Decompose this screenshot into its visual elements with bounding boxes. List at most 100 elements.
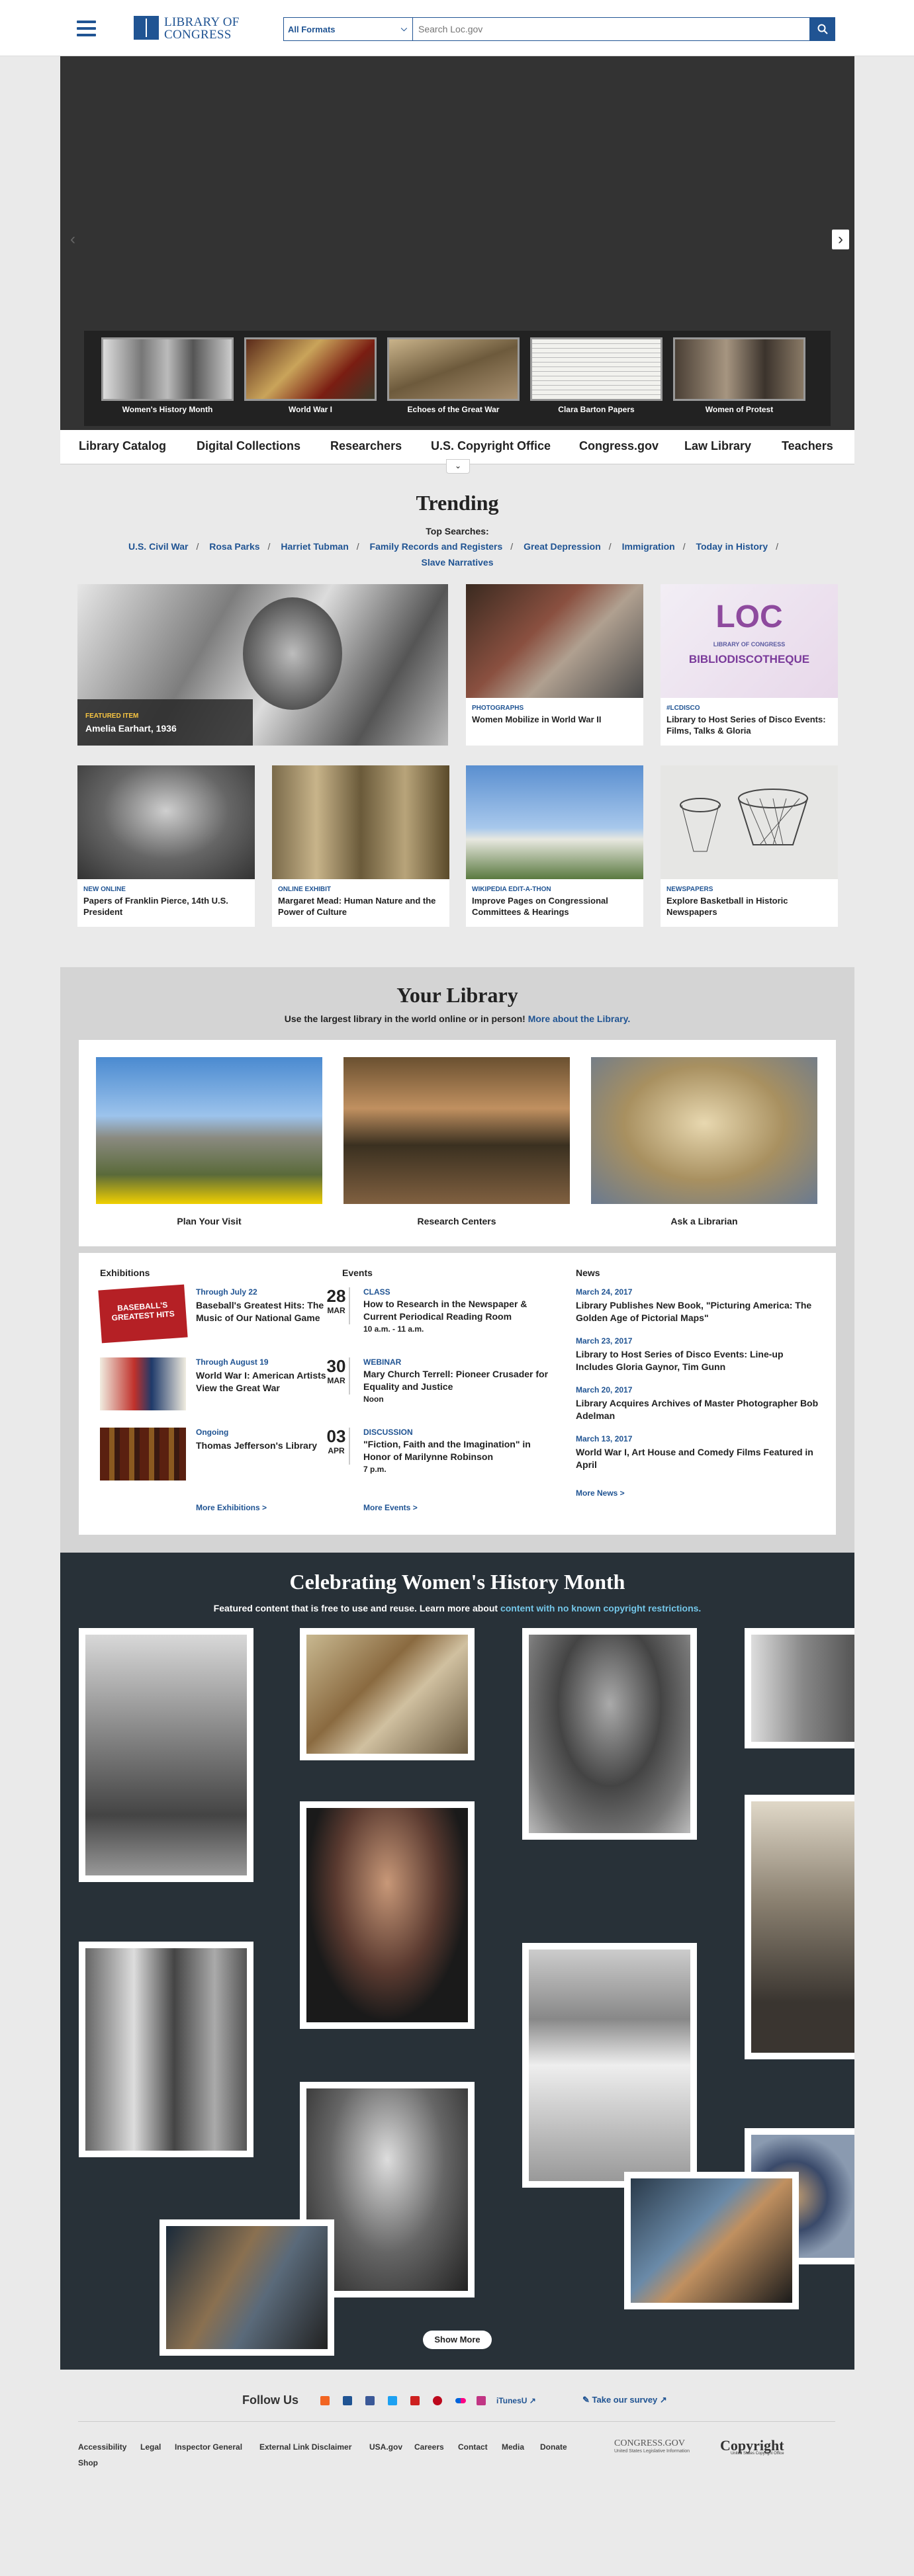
footer-link[interactable]: Legal (140, 2442, 161, 2452)
nav-digital-collections[interactable]: Digital Collections (197, 439, 300, 453)
news-item[interactable]: March 20, 2017 Library Acquires Archives … (576, 1385, 821, 1422)
search-link[interactable]: U.S. Civil War (128, 541, 189, 552)
more-events-link[interactable]: More Events > (363, 1503, 418, 1512)
gallery-photo[interactable] (745, 1628, 854, 1748)
copyright-restrictions-link[interactable]: content with no known copyright restrict… (500, 1603, 701, 1613)
edit-icon: ✎ (582, 2395, 590, 2405)
pinterest-icon[interactable] (433, 2396, 442, 2405)
logo-line2: CONGRESS (164, 28, 232, 42)
gallery-photo[interactable] (624, 2172, 799, 2309)
featured-card[interactable]: FEATURED ITEM Amelia Earhart, 1936 (77, 584, 448, 746)
gallery-photo[interactable] (522, 1628, 697, 1840)
trending-card[interactable]: ONLINE EXHIBIT Margaret Mead: Human Natu… (272, 765, 449, 927)
carousel-thumb[interactable]: Women of Protest (673, 337, 805, 419)
footer-link[interactable]: Media (502, 2442, 524, 2452)
library-card[interactable]: Research Centers (343, 1057, 570, 1226)
carousel-thumb[interactable]: Clara Barton Papers (530, 337, 663, 419)
carousel-prev-icon[interactable]: ‹ (64, 230, 81, 249)
footer-link[interactable]: Shop (78, 2458, 98, 2468)
library-card[interactable]: Plan Your Visit (96, 1057, 322, 1226)
event-date: 28 MAR (324, 1287, 350, 1324)
exhibition-item[interactable]: Ongoing Thomas Jefferson's Library (100, 1428, 338, 1483)
congress-gov-logo[interactable]: CONGRESS.GOV United States Legislative In… (614, 2438, 690, 2454)
trending-card[interactable]: LOC LIBRARY OF CONGRESS BIBLIODISCOTHEQU… (661, 584, 838, 746)
trending-card[interactable]: WIKIPEDIA EDIT-A-THON Improve Pages on C… (466, 765, 643, 927)
event-item[interactable]: 28 MAR CLASS How to Research in the Newsp… (324, 1287, 549, 1347)
search-button[interactable] (810, 17, 835, 41)
event-day: 03 (326, 1426, 346, 1446)
news-item[interactable]: March 23, 2017 Library to Host Series of … (576, 1336, 821, 1373)
format-select[interactable]: All Formats ⌵ (283, 17, 413, 41)
event-item[interactable]: 30 MAR WEBINAR Mary Church Terrell: Pione… (324, 1357, 549, 1417)
youtube-icon[interactable] (410, 2396, 420, 2405)
menu-icon[interactable] (77, 21, 96, 36)
survey-link[interactable]: ✎ Take our survey ↗ (582, 2395, 667, 2405)
rss-icon[interactable] (320, 2396, 330, 2405)
gallery-photo[interactable] (79, 1942, 253, 2157)
nav-congress-gov[interactable]: Congress.gov (579, 439, 659, 453)
search-link[interactable]: Family Records and Registers (370, 541, 503, 552)
nav-toggle-chevron-icon[interactable]: ⌄ (446, 459, 470, 474)
more-news-link[interactable]: More News > (576, 1488, 625, 1498)
library-card[interactable]: Ask a Librarian (591, 1057, 817, 1226)
card-kicker: NEWSPAPERS (666, 886, 713, 893)
featured-overlay: FEATURED ITEM Amelia Earhart, 1936 (77, 699, 253, 746)
copyright-office-logo[interactable]: Copyright United States Copyright Office (720, 2437, 784, 2456)
carousel-thumb[interactable]: World War I (244, 337, 377, 419)
instagram-icon[interactable] (477, 2396, 486, 2405)
footer-link[interactable]: Accessibility (78, 2442, 126, 2452)
top-searches-label: Top Searches: (426, 526, 489, 537)
email-icon[interactable] (343, 2396, 352, 2405)
nav-copyright-office[interactable]: U.S. Copyright Office (431, 439, 551, 453)
nav-researchers[interactable]: Researchers (330, 439, 402, 453)
exhibition-item[interactable]: BASEBALL'S GREATEST HITS Through July 22… (98, 1284, 338, 1344)
carousel-thumb[interactable]: Echoes of the Great War (387, 337, 520, 419)
carousel-thumb[interactable]: Women's History Month (101, 337, 234, 419)
thumb-image (530, 337, 663, 401)
search-link[interactable]: Immigration (622, 541, 675, 552)
loc-logo[interactable]: LIBRARY OF CONGRESS (134, 15, 246, 42)
search-link[interactable]: Great Depression (524, 541, 601, 552)
gallery-photo[interactable] (745, 1795, 854, 2059)
search-link[interactable]: Slave Narratives (422, 557, 494, 568)
gallery-photo[interactable] (79, 1628, 253, 1882)
itunes-link[interactable]: iTunesU ↗ (496, 2396, 536, 2405)
trending-card[interactable]: NEWSPAPERS Explore Basketball in Histori… (661, 765, 838, 927)
nav-library-catalog[interactable]: Library Catalog (79, 439, 166, 453)
featured-title: Amelia Earhart, 1936 (85, 723, 177, 734)
twitter-icon[interactable] (388, 2396, 397, 2405)
flickr-icon[interactable] (455, 2398, 466, 2403)
event-item[interactable]: 03 APR DISCUSSION "Fiction, Faith and the… (324, 1428, 549, 1487)
library-subtitle: Use the largest library in the world onl… (60, 1013, 854, 1024)
exhibition-item[interactable]: Through August 19 World War I: American … (100, 1357, 338, 1413)
gallery-photo[interactable] (160, 2219, 334, 2356)
gallery-photo[interactable] (522, 1943, 697, 2188)
search-input[interactable] (413, 17, 810, 41)
nav-teachers[interactable]: Teachers (782, 439, 833, 453)
nav-law-library[interactable]: Law Library (684, 439, 751, 453)
search-link[interactable]: Today in History (696, 541, 768, 552)
trending-section: Trending Top Searches: U.S. Civil War / R… (60, 464, 854, 967)
footer-link[interactable]: External Link Disclaimer (259, 2442, 351, 2452)
gallery-photo[interactable] (300, 1628, 475, 1760)
carousel-next-icon[interactable]: › (832, 230, 849, 249)
trending-card[interactable]: PHOTOGRAPHS Women Mobilize in World War … (466, 584, 643, 746)
search-link[interactable]: Rosa Parks (209, 541, 259, 552)
card-image (272, 765, 449, 879)
show-more-button[interactable]: Show More (423, 2331, 492, 2349)
card-kicker: ONLINE EXHIBIT (278, 886, 332, 893)
footer-link[interactable]: Donate (540, 2442, 567, 2452)
news-item[interactable]: March 13, 2017 World War I, Art House and… (576, 1434, 821, 1471)
trending-card[interactable]: NEW ONLINE Papers of Franklin Pierce, 14… (77, 765, 255, 927)
footer-link[interactable]: Careers (414, 2442, 444, 2452)
event-day: 28 (326, 1286, 346, 1306)
gallery-photo[interactable] (300, 1801, 475, 2029)
facebook-icon[interactable] (365, 2396, 375, 2405)
news-item[interactable]: March 24, 2017 Library Publishes New Book… (576, 1287, 821, 1324)
about-library-link[interactable]: More about the Library. (528, 1013, 631, 1024)
footer-link[interactable]: Inspector General (175, 2442, 242, 2452)
search-link[interactable]: Harriet Tubman (281, 541, 348, 552)
more-exhibitions-link[interactable]: More Exhibitions > (196, 1503, 267, 1512)
footer-link[interactable]: USA.gov (369, 2442, 402, 2452)
footer-link[interactable]: Contact (458, 2442, 488, 2452)
